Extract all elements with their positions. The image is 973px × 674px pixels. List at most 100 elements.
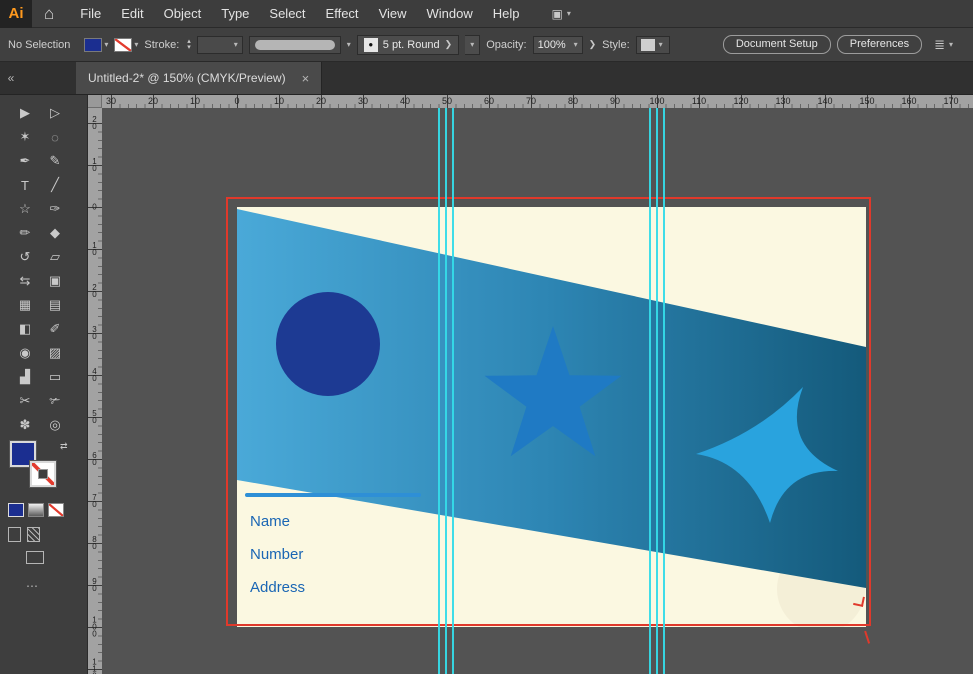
tab-bar: « Untitled-2* @ 150% (CMYK/Preview) × xyxy=(0,62,973,95)
collapse-panel-icon[interactable]: « xyxy=(0,62,22,94)
chevron-down-icon: ▾ xyxy=(470,40,475,49)
app-logo-icon[interactable]: Ai xyxy=(0,0,32,28)
horizontal-ruler[interactable]: 30 20 10 0 10 20 30 40 50 60 70 80 90 100 110 120 130 140… xyxy=(88,95,973,108)
drawing-modes-row xyxy=(8,527,40,542)
home-icon[interactable]: ⌂ xyxy=(44,4,54,24)
align-icon: ≣ xyxy=(934,36,945,52)
scale-tool[interactable]: ▱ xyxy=(40,245,70,269)
screen-mode-button[interactable] xyxy=(26,551,44,564)
none-button[interactable] xyxy=(48,503,64,517)
stroke-label: Stroke: xyxy=(144,38,180,51)
menu-window[interactable]: Window xyxy=(417,0,483,28)
h-ruler-label: 0 xyxy=(234,96,240,106)
ruler-corner[interactable] xyxy=(88,95,102,108)
line-segment-tool[interactable]: ╱ xyxy=(40,173,70,197)
zoom-tool[interactable]: ◎ xyxy=(40,413,70,437)
stroke-swatch[interactable] xyxy=(114,37,133,52)
menu-select[interactable]: Select xyxy=(259,0,315,28)
pencil-tool[interactable]: ✏ xyxy=(10,221,40,245)
draw-normal-button[interactable] xyxy=(8,527,21,542)
document-setup-button[interactable]: Document Setup xyxy=(722,35,831,54)
h-ruler-label: 110 xyxy=(691,96,707,106)
pen-tool[interactable]: ✒ xyxy=(10,149,40,173)
symbol-sprayer-tool[interactable]: ▨ xyxy=(40,341,70,365)
column-graph-tool[interactable]: ▟ xyxy=(10,365,40,389)
perspective-grid-tool[interactable]: ▦ xyxy=(10,293,40,317)
h-ruler-label: 100 xyxy=(649,96,665,106)
menu-edit[interactable]: Edit xyxy=(111,0,153,28)
workspace-switcher[interactable]: ▣ ▾ xyxy=(552,7,571,21)
mesh-tool[interactable]: ▤ xyxy=(40,293,70,317)
width-tool[interactable]: ⇆ xyxy=(10,269,40,293)
fill-swatch[interactable] xyxy=(84,37,103,52)
menu-help[interactable]: Help xyxy=(483,0,530,28)
brush-dropdown-button[interactable]: ▾ xyxy=(465,34,481,55)
width-profile-preview xyxy=(254,39,335,50)
selection-tool[interactable]: ▶ xyxy=(10,101,40,125)
document-tab[interactable]: Untitled-2* @ 150% (CMYK/Preview) × xyxy=(76,62,323,94)
artboard[interactable]: Name Number Address xyxy=(237,207,866,627)
opacity-input[interactable]: 100% ▾ xyxy=(532,35,583,54)
stroke-color-indicator[interactable] xyxy=(30,461,56,487)
type-tool[interactable]: T xyxy=(10,173,40,197)
paintbrush-tool[interactable]: ✑ xyxy=(40,197,70,221)
v-ruler-label: 1 1 0 xyxy=(92,657,97,674)
stroke-weight-stepper[interactable]: ▴ ▾ xyxy=(187,38,191,51)
h-ruler-label: 130 xyxy=(775,96,791,106)
lasso-tool[interactable]: ◌ xyxy=(40,125,70,149)
v-ruler-label: 0 xyxy=(92,202,97,212)
color-button[interactable] xyxy=(8,503,24,517)
brush-preview-icon: ● xyxy=(363,37,378,52)
more-tools-icon[interactable]: ⋯ xyxy=(26,579,40,593)
menu-object[interactable]: Object xyxy=(154,0,212,28)
divider-line-shape[interactable] xyxy=(245,493,421,497)
chevron-down-icon: ▾ xyxy=(346,40,351,49)
rotate-tool[interactable]: ↺ xyxy=(10,245,40,269)
hand-tool[interactable]: ✽ xyxy=(10,413,40,437)
slice-tool[interactable]: ✂ xyxy=(10,389,40,413)
h-ruler-label: 160 xyxy=(901,96,917,106)
preferences-button[interactable]: Preferences xyxy=(836,35,923,54)
eraser-tool[interactable]: ◆ xyxy=(40,221,70,245)
gradient-button[interactable] xyxy=(28,503,44,517)
chevron-down-icon: ▾ xyxy=(104,40,109,49)
canvas[interactable]: Name Number Address xyxy=(102,108,973,674)
knife-tool[interactable]: ✃ xyxy=(40,389,70,413)
direct-selection-tool[interactable]: ▷ xyxy=(40,101,70,125)
v-ruler-label: 9 0 xyxy=(92,577,97,593)
fill-stroke-indicator: ⇄ xyxy=(10,441,74,497)
menu-view[interactable]: View xyxy=(369,0,417,28)
swap-fill-stroke-icon[interactable]: ⇄ xyxy=(60,441,68,452)
gradient-tool[interactable]: ◧ xyxy=(10,317,40,341)
align-options[interactable]: ≣ ▾ xyxy=(934,37,953,53)
curvature-tool[interactable]: ✎ xyxy=(40,149,70,173)
graphic-style-dropdown[interactable]: ▾ xyxy=(635,35,670,54)
h-ruler-label: 170 xyxy=(943,96,959,106)
vertical-ruler[interactable]: 2 0 1 0 0 1 0 2 0 3 0 4 0 5 0 6 0 7 0 8 0 9 0 1 0 0 1… xyxy=(88,108,102,674)
h-ruler-label: 40 xyxy=(399,96,411,106)
blend-tool[interactable]: ◉ xyxy=(10,341,40,365)
circle-shape[interactable] xyxy=(276,292,380,396)
brush-definition-dropdown[interactable]: ● 5 pt. Round ❯ xyxy=(356,34,460,55)
style-label: Style: xyxy=(602,38,630,51)
stroke-weight-dropdown[interactable]: ▾ xyxy=(196,35,243,54)
chevron-right-icon: ❯ xyxy=(444,39,453,49)
eyedropper-tool[interactable]: ✐ xyxy=(40,317,70,341)
fill-color-picker[interactable]: ▾ xyxy=(84,37,109,52)
step-down-icon[interactable]: ▾ xyxy=(187,44,191,51)
h-ruler-label: 20 xyxy=(315,96,327,106)
h-ruler-label: 80 xyxy=(567,96,579,106)
close-icon[interactable]: × xyxy=(302,71,310,86)
draw-behind-button[interactable] xyxy=(27,527,40,542)
artboard-tool[interactable]: ▭ xyxy=(40,365,70,389)
shape-tool[interactable]: ☆ xyxy=(10,197,40,221)
chevron-right-icon: ❯ xyxy=(588,39,597,49)
menu-type[interactable]: Type xyxy=(211,0,259,28)
menu-file[interactable]: File xyxy=(70,0,111,28)
magic-wand-tool[interactable]: ✶ xyxy=(10,125,40,149)
shape-builder-tool[interactable]: ▣ xyxy=(40,269,70,293)
stroke-color-picker[interactable]: ▾ xyxy=(114,37,138,52)
menu-effect[interactable]: Effect xyxy=(316,0,369,28)
variable-width-profile-dropdown[interactable] xyxy=(248,35,341,54)
v-ruler-label: 2 0 xyxy=(92,115,97,131)
